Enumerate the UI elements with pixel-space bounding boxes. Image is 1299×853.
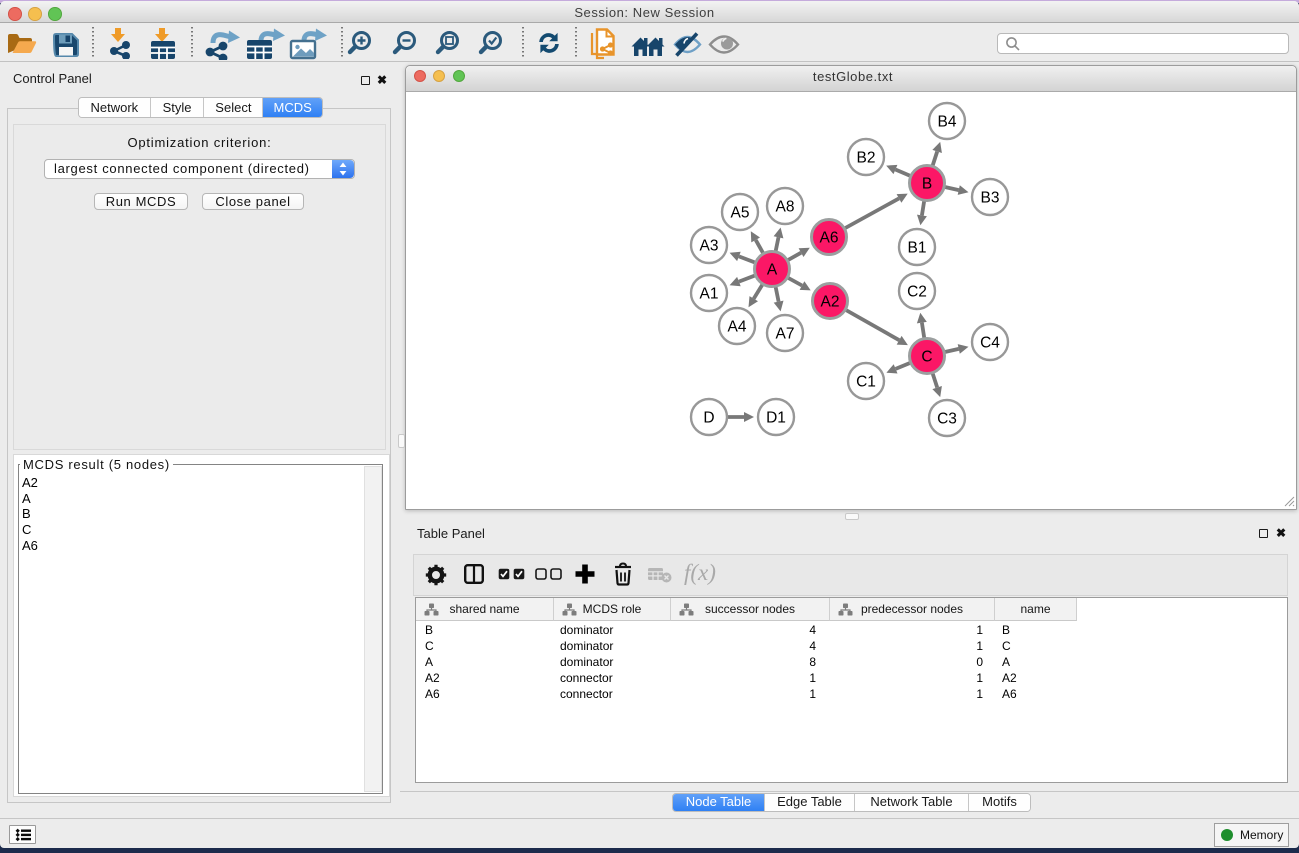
svg-text:A3: A3 <box>700 238 719 255</box>
svg-text:C4: C4 <box>980 335 1000 352</box>
svg-text:A6: A6 <box>820 230 839 247</box>
svg-text:C2: C2 <box>907 284 927 301</box>
svg-text:A5: A5 <box>731 205 750 222</box>
svg-text:C: C <box>921 349 932 366</box>
svg-text:A4: A4 <box>728 319 747 336</box>
svg-text:B4: B4 <box>938 114 957 131</box>
svg-text:A7: A7 <box>776 326 795 343</box>
svg-text:A8: A8 <box>776 199 795 216</box>
svg-text:C1: C1 <box>856 374 876 391</box>
svg-text:D: D <box>703 410 714 427</box>
svg-text:B: B <box>922 176 932 193</box>
svg-text:B1: B1 <box>908 240 927 257</box>
svg-text:C3: C3 <box>937 411 957 428</box>
svg-text:A2: A2 <box>821 294 840 311</box>
svg-text:A1: A1 <box>700 286 719 303</box>
svg-text:B2: B2 <box>857 150 876 167</box>
svg-text:A: A <box>767 262 778 279</box>
svg-text:D1: D1 <box>766 410 786 427</box>
svg-text:B3: B3 <box>981 190 1000 207</box>
